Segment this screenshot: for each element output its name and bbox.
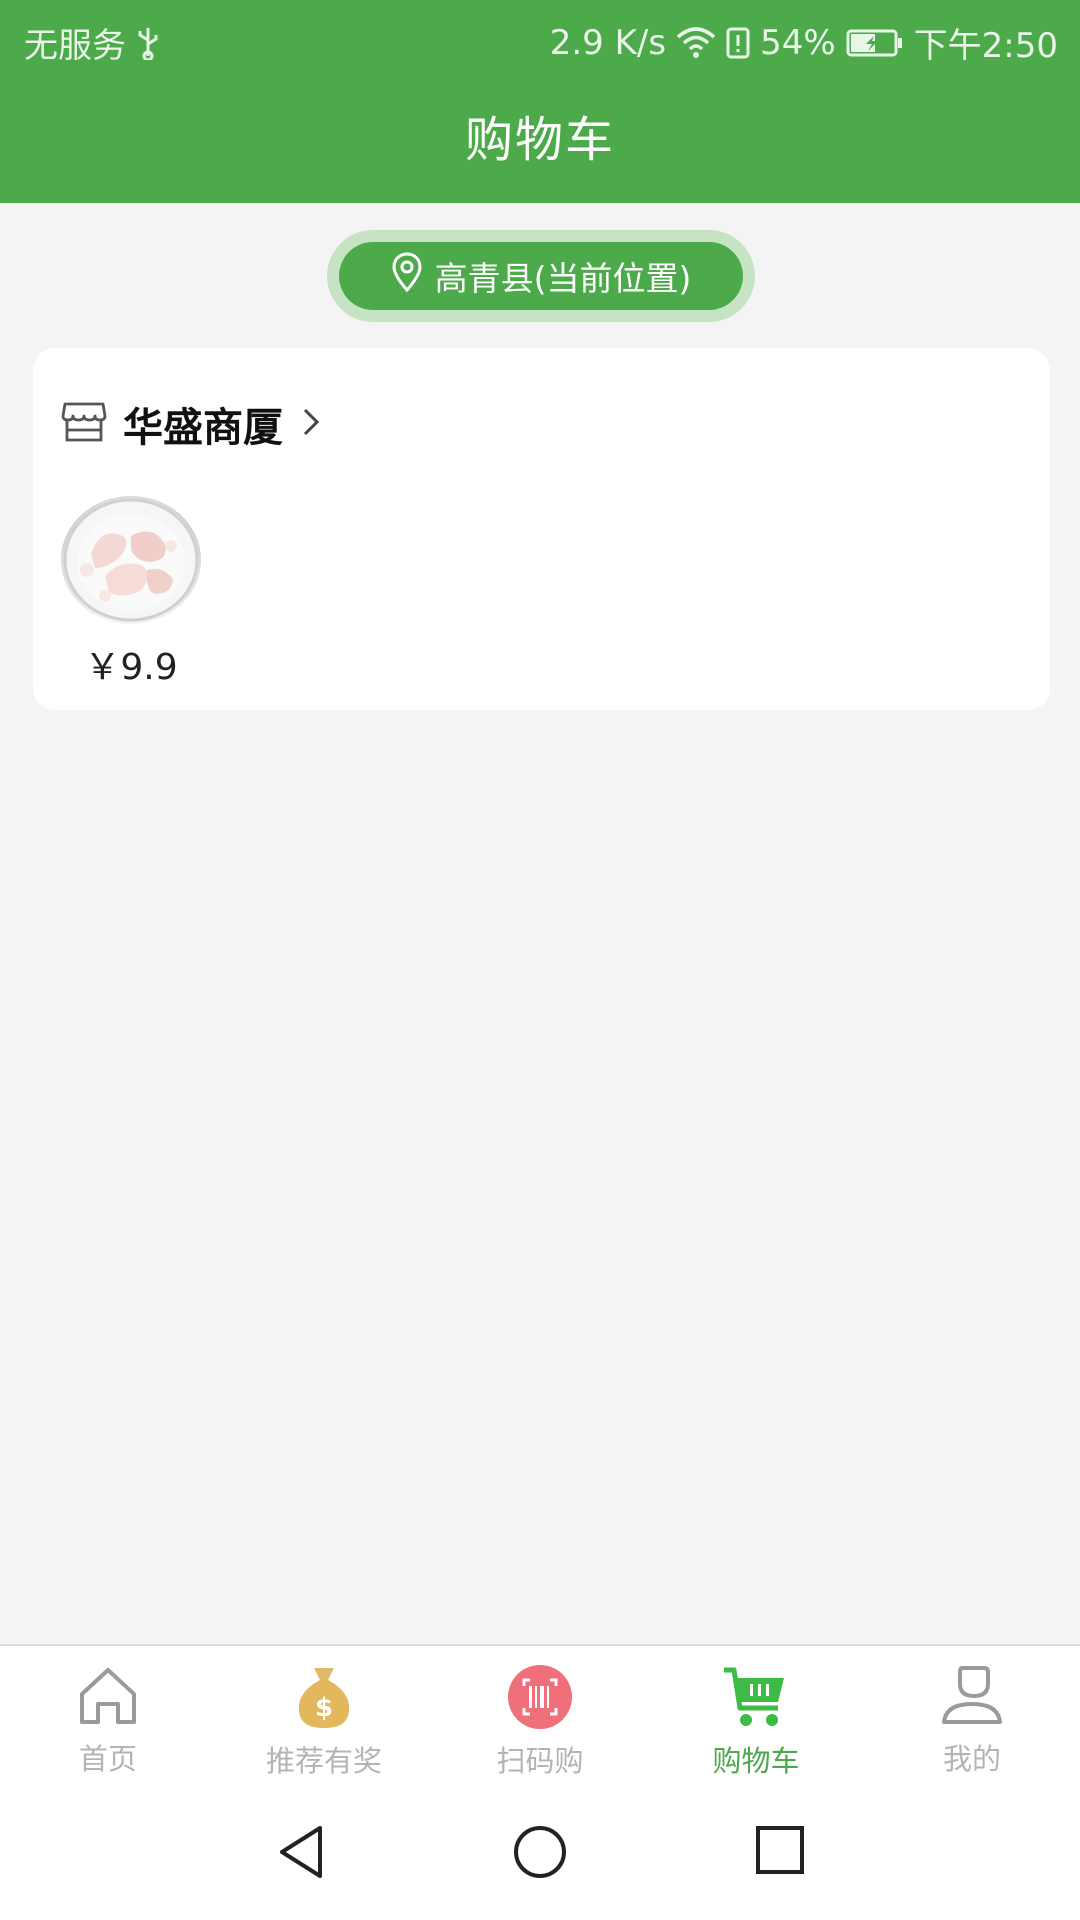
tab-label: 购物车 (712, 1744, 800, 1778)
recents-nav-button[interactable] (754, 1824, 806, 1880)
system-nav-bar (0, 1788, 1080, 1920)
battery-percent-text: 54% (760, 22, 836, 63)
status-left: 无服务 (24, 18, 160, 67)
location-label: 高青县(当前位置) (434, 259, 692, 298)
tab-profile[interactable]: 我的 (864, 1646, 1080, 1788)
product-item[interactable]: ￥9.9 (59, 496, 203, 690)
home-circle-icon (514, 1826, 566, 1878)
usb-icon (136, 26, 160, 60)
tab-rewards[interactable]: $ 推荐有奖 (216, 1646, 432, 1788)
battery-charging-icon (846, 28, 904, 58)
back-nav-button[interactable] (276, 1824, 326, 1884)
product-image[interactable] (61, 496, 201, 624)
shopping-cart-page: 无服务 2.9 K/s 54% 下午2:50 购物车 高青县(当前位置) 华盛商… (0, 0, 1080, 1920)
store-icon (61, 400, 107, 448)
location-pin-icon (391, 252, 423, 300)
status-bar: 无服务 2.9 K/s 54% 下午2:50 (0, 0, 1080, 76)
app-header: 无服务 2.9 K/s 54% 下午2:50 购物车 (0, 0, 1080, 203)
tab-scan[interactable]: 扫码购 (432, 1646, 648, 1788)
profile-icon (942, 1666, 1002, 1724)
tab-label: 扫码购 (496, 1744, 584, 1778)
chevron-right-icon (299, 404, 323, 444)
tab-home[interactable]: 首页 (0, 1646, 216, 1788)
barcode-scan-icon (508, 1665, 572, 1729)
home-nav-button[interactable] (512, 1824, 568, 1884)
sim-alert-icon (726, 27, 750, 59)
money-bag-icon: $ (298, 1668, 350, 1728)
wifi-icon (676, 26, 716, 59)
back-triangle-icon (280, 1826, 322, 1878)
location-selector[interactable]: 高青县(当前位置) (327, 230, 755, 322)
page-title: 购物车 (464, 112, 615, 168)
svg-text:$: $ (315, 1693, 333, 1723)
store-card: 华盛商厦 ￥9.9 (33, 348, 1050, 710)
cart-icon (724, 1667, 784, 1726)
tab-label: 推荐有奖 (265, 1744, 382, 1778)
store-header[interactable]: 华盛商厦 (61, 396, 323, 452)
product-price: ￥9.9 (84, 647, 178, 688)
home-icon (80, 1668, 136, 1724)
status-right: 2.9 K/s 54% 下午2:50 (550, 18, 1058, 67)
location-pill[interactable]: 高青县(当前位置) (339, 242, 743, 310)
carrier-text: 无服务 (24, 26, 126, 66)
bottom-tab-bar: 首页 $ 推荐有奖 扫码购 购物车 我的 (0, 1644, 1080, 1788)
recents-square-icon (756, 1826, 804, 1874)
store-name: 华盛商厦 (123, 405, 283, 451)
tab-cart[interactable]: 购物车 (648, 1646, 864, 1788)
time-text: 下午2:50 (913, 26, 1058, 66)
chicken-drumsticks-image (63, 498, 199, 622)
tab-label: 首页 (78, 1742, 137, 1776)
tab-label: 我的 (942, 1742, 1001, 1776)
net-speed-text: 2.9 K/s (549, 22, 667, 63)
